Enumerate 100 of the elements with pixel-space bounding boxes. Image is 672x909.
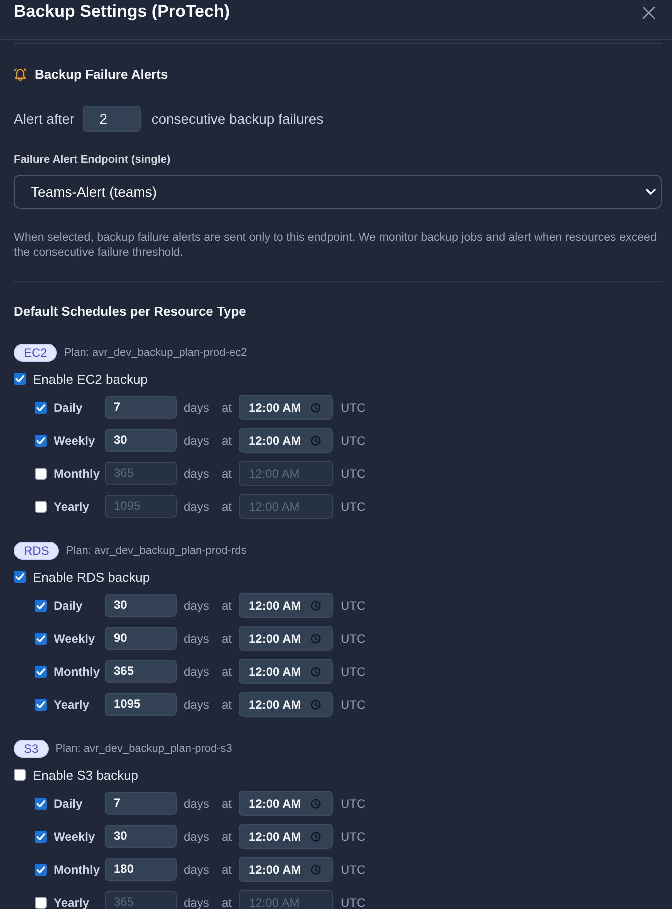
- at-label: at: [222, 664, 234, 678]
- at-label: at: [222, 632, 234, 646]
- plan-text: Plan: avr_dev_backup_plan-prod-rds: [66, 545, 247, 557]
- time-input[interactable]: 12:00 AM: [239, 626, 333, 651]
- schedule-checkbox[interactable]: [35, 600, 47, 612]
- unit-label: days: [184, 796, 210, 810]
- timezone-label: UTC: [341, 896, 366, 909]
- days-input[interactable]: 7: [105, 396, 177, 419]
- unit-label: days: [184, 500, 210, 514]
- schedule-checkbox[interactable]: [35, 830, 47, 842]
- timezone-label: UTC: [341, 796, 366, 810]
- at-label: at: [222, 400, 234, 414]
- schedule-checkbox[interactable]: [35, 798, 47, 810]
- schedule-label: Weekly: [53, 830, 96, 844]
- unit-label: days: [184, 434, 210, 448]
- days-input[interactable]: 90: [105, 627, 177, 650]
- bell-icon: [14, 68, 27, 82]
- schedule-checkbox[interactable]: [35, 468, 47, 480]
- unit-label: days: [184, 400, 210, 414]
- schedule-checkbox[interactable]: [35, 864, 47, 876]
- schedule-checkbox[interactable]: [35, 698, 47, 710]
- timezone-label: UTC: [341, 434, 366, 448]
- schedule-label: Weekly: [53, 632, 96, 646]
- schedule-label: Monthly: [53, 862, 101, 876]
- threshold-suffix: consecutive backup failures: [152, 111, 324, 127]
- unit-label: days: [184, 598, 210, 612]
- plan-text: Plan: avr_dev_backup_plan-prod-s3: [56, 743, 232, 755]
- timezone-label: UTC: [341, 466, 366, 480]
- schedule-label: Monthly: [53, 664, 101, 678]
- schedule-checkbox[interactable]: [35, 434, 47, 446]
- at-label: at: [222, 434, 234, 448]
- timezone-label: UTC: [341, 862, 366, 876]
- days-input[interactable]: 30: [105, 825, 177, 848]
- enable-label: Enable RDS backup: [33, 570, 150, 584]
- schedule-checkbox[interactable]: [35, 666, 47, 678]
- days-input[interactable]: 30: [105, 594, 177, 617]
- time-input[interactable]: 12:00 AM: [239, 857, 333, 882]
- days-input[interactable]: 30: [105, 429, 177, 452]
- schedule-checkbox[interactable]: [35, 500, 47, 512]
- time-input[interactable]: 12:00 AM: [239, 428, 333, 453]
- at-label: at: [222, 796, 234, 810]
- unit-label: days: [184, 698, 210, 712]
- unit-label: days: [184, 664, 210, 678]
- timezone-label: UTC: [341, 500, 366, 514]
- resource-badge: S3: [14, 740, 49, 758]
- enable-checkbox[interactable]: [14, 571, 26, 583]
- enable-checkbox[interactable]: [14, 373, 26, 385]
- days-input[interactable]: 180: [105, 858, 177, 881]
- at-label: at: [222, 698, 234, 712]
- at-label: at: [222, 500, 234, 514]
- schedule-label: Weekly: [53, 434, 96, 448]
- enable-label: Enable S3 backup: [33, 768, 139, 782]
- at-label: at: [222, 896, 234, 909]
- time-input[interactable]: 12:00 AM: [239, 824, 333, 849]
- at-label: at: [222, 598, 234, 612]
- timezone-label: UTC: [341, 830, 366, 844]
- schedule-checkbox[interactable]: [35, 632, 47, 644]
- days-input[interactable]: 365: [105, 660, 177, 683]
- unit-label: days: [184, 632, 210, 646]
- schedule-label: Yearly: [53, 896, 90, 909]
- field-label: Failure Alert Endpoint (single): [14, 153, 172, 167]
- section-heading: Backup Failure Alerts: [35, 67, 168, 83]
- section-heading: Default Schedules per Resource Type: [14, 304, 248, 320]
- schedule-label: Yearly: [53, 698, 90, 712]
- time-input[interactable]: 12:00 AM: [239, 791, 333, 816]
- close-icon[interactable]: [643, 7, 655, 19]
- days-input[interactable]: 7: [105, 792, 177, 815]
- time-input[interactable]: 12:00 AM: [239, 593, 333, 618]
- at-label: at: [222, 466, 234, 480]
- enable-label: Enable EC2 backup: [33, 372, 148, 386]
- endpoint-select[interactable]: Teams-Alert (teams): [14, 175, 662, 209]
- schedule-label: Monthly: [53, 466, 101, 480]
- time-input[interactable]: 12:00 AM: [239, 395, 333, 420]
- time-input[interactable]: 12:00 AM: [239, 692, 333, 717]
- resource-badge: EC2: [14, 344, 58, 362]
- timezone-label: UTC: [341, 400, 366, 414]
- schedule-checkbox[interactable]: [35, 402, 47, 414]
- threshold-input[interactable]: 2: [82, 106, 141, 132]
- unit-label: days: [184, 830, 210, 844]
- timezone-label: UTC: [341, 664, 366, 678]
- unit-label: days: [184, 862, 210, 876]
- timezone-label: UTC: [341, 632, 366, 646]
- chevron-down-icon: [646, 189, 656, 195]
- threshold-label: Alert after: [14, 111, 75, 127]
- at-label: at: [222, 862, 234, 876]
- help-text: When selected, backup failure alerts are sent only to this endpoint. We monitor backup jobs and alert when resources exceed the consecutive failure threshold.: [14, 230, 658, 260]
- schedule-label: Daily: [53, 598, 84, 612]
- timezone-label: UTC: [341, 598, 366, 612]
- schedule-label: Yearly: [53, 500, 90, 514]
- at-label: at: [222, 830, 234, 844]
- resource-badge: RDS: [14, 542, 60, 560]
- schedule-checkbox[interactable]: [35, 896, 47, 908]
- schedule-label: Daily: [53, 796, 84, 810]
- plan-text: Plan: avr_dev_backup_plan-prod-ec2: [64, 347, 248, 359]
- dialog-title: Backup Settings (ProTech): [14, 1, 230, 23]
- enable-checkbox[interactable]: [14, 769, 26, 781]
- unit-label: days: [184, 466, 210, 480]
- time-input[interactable]: 12:00 AM: [239, 659, 333, 684]
- unit-label: days: [184, 896, 210, 909]
- days-input[interactable]: 1095: [105, 693, 177, 716]
